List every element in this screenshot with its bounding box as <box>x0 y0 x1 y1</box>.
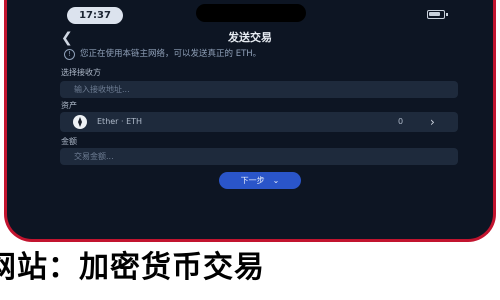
dynamic-island <box>196 4 306 22</box>
eth-icon <box>73 115 87 129</box>
status-time: 17:37 <box>67 7 123 24</box>
asset-label: 资产 <box>61 101 77 110</box>
chevron-down-icon: ⌄ <box>272 176 280 185</box>
recipient-label: 选择接收方 <box>61 68 101 77</box>
nav-bar: ❮ 发送交易 <box>7 28 493 48</box>
amount-input[interactable]: 交易金额... <box>60 148 458 165</box>
page-banner-text: 网站：加密货币交易 <box>0 250 265 285</box>
asset-balance: 0 <box>398 117 404 126</box>
notice-text: 您正在使用本链主网络，可以发送真正的 ETH。 <box>80 49 262 59</box>
next-button[interactable]: 下一步 ⌄ <box>219 172 301 189</box>
amount-label: 金额 <box>61 137 77 146</box>
asset-name: Ether · ETH <box>97 117 143 126</box>
warning-icon: ! <box>64 48 75 60</box>
phone-frame: 17:37 ❮ 发送交易 ! 您正在使用本链主网络，可以发送真正的 ETH。 选择… <box>4 0 496 242</box>
recipient-input[interactable]: 输入接收地址... <box>60 81 458 98</box>
page-title: 发送交易 <box>228 31 272 44</box>
asset-selector[interactable]: Ether · ETH 0 › <box>60 112 458 132</box>
next-button-label: 下一步 <box>240 176 265 185</box>
battery-icon <box>427 10 448 19</box>
network-notice: ! 您正在使用本链主网络，可以发送真正的 ETH。 <box>59 46 459 62</box>
page-banner: 网站：加密货币交易 <box>0 248 500 288</box>
chevron-right-icon: › <box>430 115 435 129</box>
status-bar: 17:37 <box>7 0 493 30</box>
